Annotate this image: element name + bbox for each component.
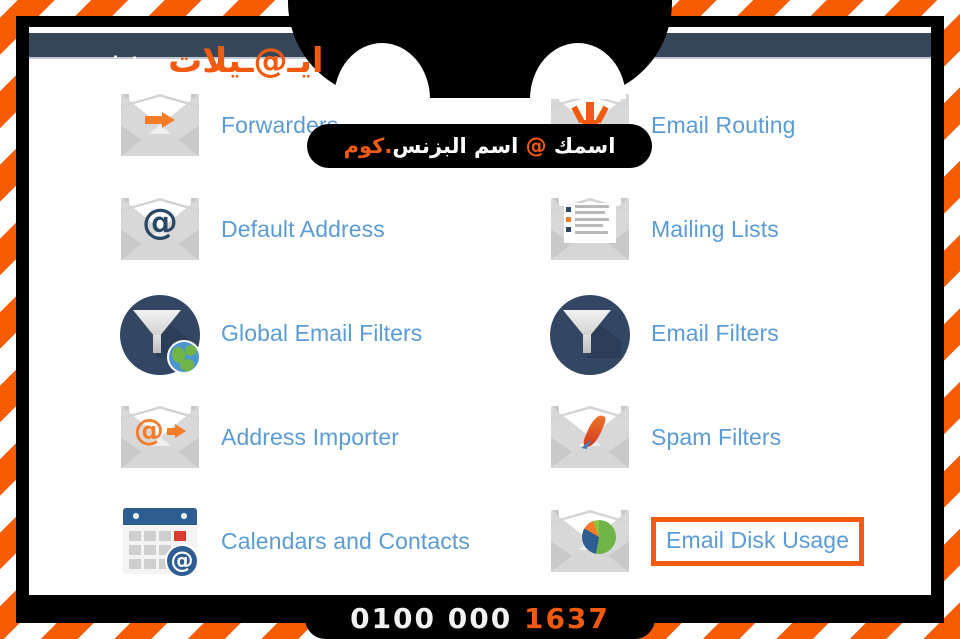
feature-label: Address Importer: [221, 423, 399, 450]
brand-logo-orange: ايـ@ـيلات: [168, 41, 324, 81]
envelope-at-icon: @: [117, 186, 203, 272]
feature-item-forwarders[interactable]: Forwarders: [117, 73, 338, 177]
feature-item-calendars-and-contacts[interactable]: @ Calendars and Contacts: [117, 489, 470, 593]
feature-label: Default Address: [221, 215, 385, 242]
grid-row: @ Default Address Mailing Lists: [29, 177, 931, 281]
envelope-at-arrow-icon: @: [117, 394, 203, 480]
tagline-text: اسمك @ اسم البزنس.كوم: [343, 133, 616, 158]
feature-label: Global Email Filters: [221, 319, 423, 346]
feature-label-highlighted: Email Disk Usage: [651, 516, 865, 566]
feature-item-global-email-filters[interactable]: Global Email Filters: [117, 281, 422, 385]
grid-row: @ Address Importer Spam Filters: [29, 385, 931, 489]
tagline-at-symbol: @: [525, 133, 547, 158]
funnel-icon: [547, 290, 633, 376]
envelope-list-icon: [547, 186, 633, 272]
feature-label: Email Filters: [651, 319, 779, 346]
grid-row: Global Email Filters Email Filters: [29, 281, 931, 385]
feature-item-mailing-lists[interactable]: Mailing Lists: [547, 177, 779, 281]
feature-item-email-disk-usage[interactable]: Email Disk Usage: [547, 489, 865, 593]
feature-item-address-importer[interactable]: @ Address Importer: [117, 385, 399, 489]
calendar-at-icon: @: [117, 498, 203, 584]
feature-label: Email Routing: [651, 111, 796, 138]
envelope-pie-icon: [547, 498, 633, 584]
envelope-forward-icon: [117, 82, 203, 168]
brand-logo-text: ايـ@ـيلات.بزنس: [0, 44, 384, 78]
feature-item-spam-filters[interactable]: Spam Filters: [547, 385, 781, 489]
grid-row: @ Calendars and Contacts Email Disk Usag…: [29, 489, 931, 593]
brand-logo-white: .بزنس: [60, 41, 169, 81]
tagline-part2: اسم البزنس: [392, 133, 526, 158]
funnel-globe-icon: [117, 290, 203, 376]
feature-label: Spam Filters: [651, 423, 782, 450]
phone-suffix: 1637: [523, 601, 610, 635]
envelope-feather-icon: [547, 394, 633, 480]
phone-prefix: 0100 000: [350, 601, 513, 635]
cpanel-email-panel: Forwarders Email Routing @ Default Addre…: [29, 27, 931, 595]
feature-label: Calendars and Contacts: [221, 527, 470, 554]
banner-notch-right: [530, 43, 626, 99]
feature-item-email-filters[interactable]: Email Filters: [547, 281, 779, 385]
tagline-pill: اسمك @ اسم البزنس.كوم: [307, 124, 652, 168]
phone-number-pill: 0100 000 1637: [305, 598, 655, 639]
tagline-part1: اسمك: [546, 133, 616, 158]
tagline-com: كوم: [343, 133, 385, 158]
feature-item-default-address[interactable]: @ Default Address: [117, 177, 385, 281]
phone-number: 0100 000 1637: [350, 601, 610, 635]
feature-label: Mailing Lists: [651, 215, 779, 242]
